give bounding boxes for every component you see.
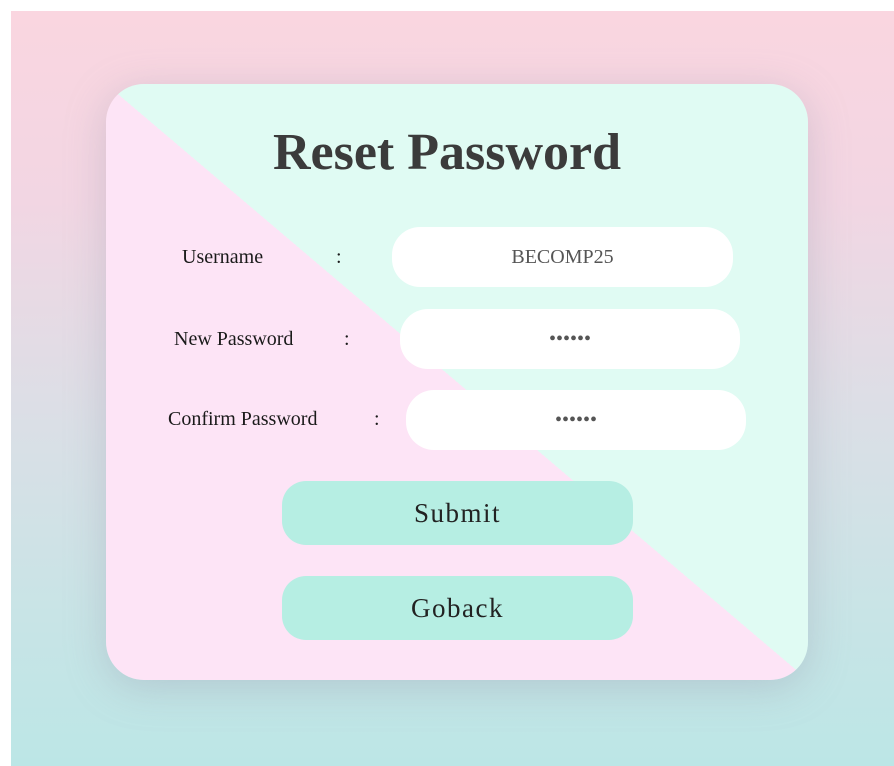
username-label: Username	[182, 246, 264, 268]
new-password-input[interactable]	[400, 309, 740, 369]
page-title: Reset Password	[272, 124, 622, 181]
confirm-password-colon: :	[374, 408, 380, 430]
username-input[interactable]	[392, 227, 733, 287]
confirm-password-input[interactable]	[406, 390, 746, 450]
new-password-label: New Password	[174, 328, 294, 350]
confirm-password-label: Confirm Password	[168, 408, 318, 430]
submit-button[interactable]: Submit	[282, 481, 633, 545]
new-password-colon: :	[344, 328, 350, 350]
goback-button[interactable]: Goback	[282, 576, 633, 640]
username-colon: :	[336, 246, 342, 268]
